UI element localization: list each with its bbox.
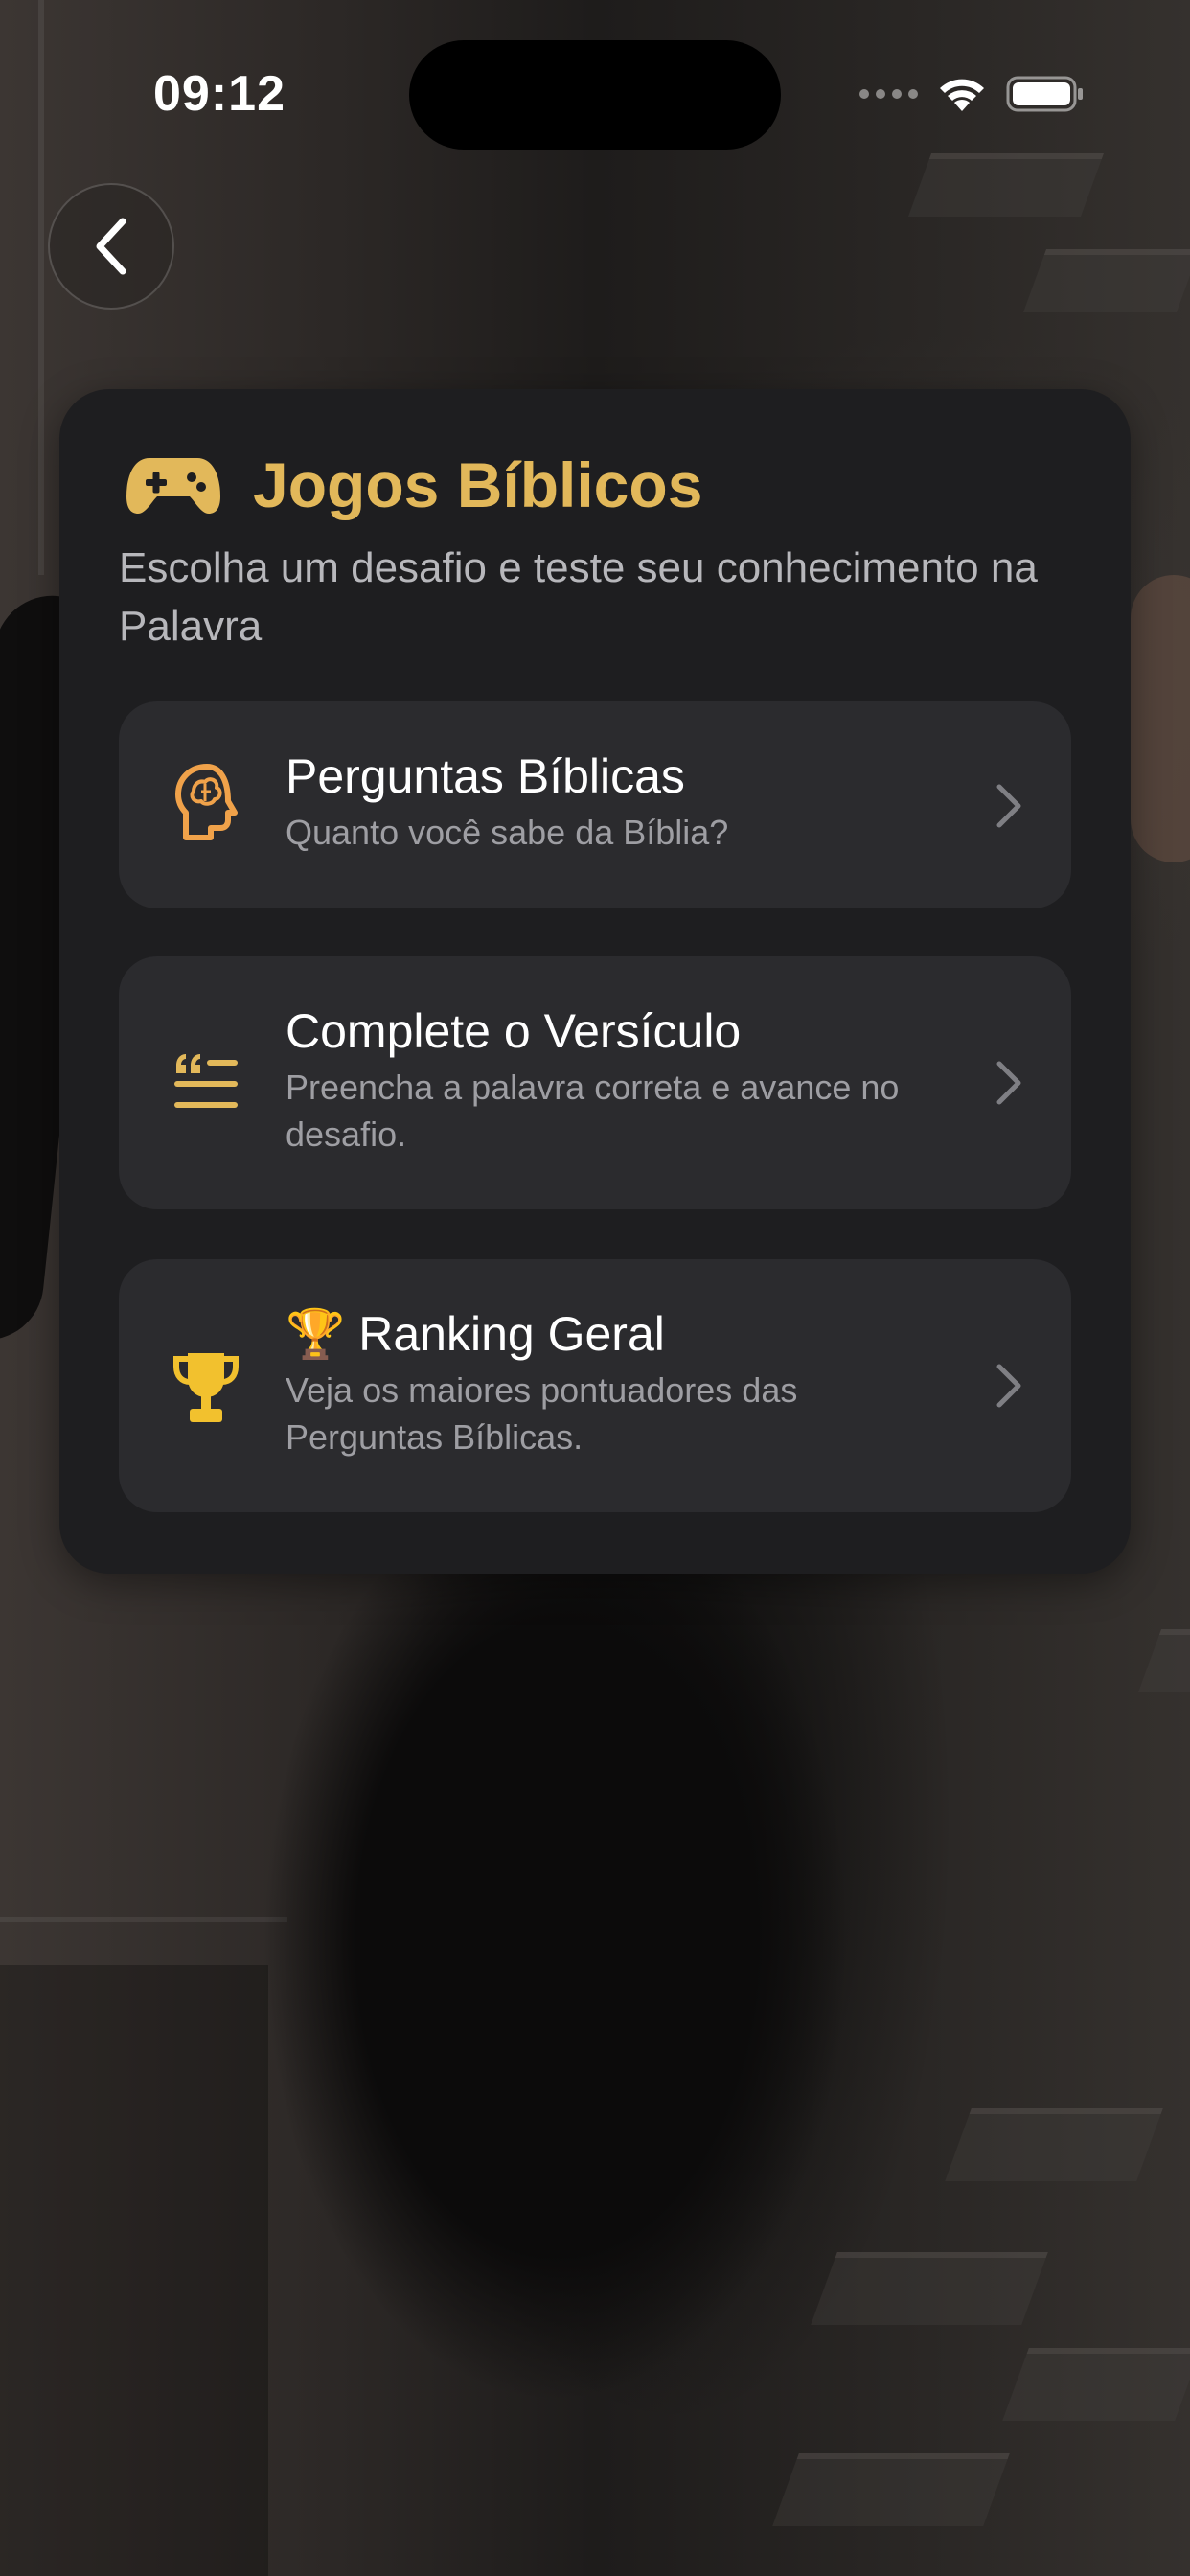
card-title: Jogos Bíblicos bbox=[253, 449, 703, 520]
trophy-emoji-icon: 🏆 bbox=[286, 1306, 346, 1362]
menu-item-text: Complete o Versículo Preencha a palavra … bbox=[286, 1002, 918, 1158]
menu-item-complete-o-versiculo[interactable]: Complete o Versículo Preencha a palavra … bbox=[119, 956, 1071, 1209]
cellular-signal-icon bbox=[859, 89, 918, 99]
chevron-right-icon bbox=[996, 1364, 1021, 1408]
dynamic-island bbox=[409, 40, 781, 150]
games-card: Jogos Bíblicos Escolha um desafio e test… bbox=[59, 389, 1131, 1574]
menu-item-text: Perguntas Bíblicas Quanto você sabe da B… bbox=[286, 748, 918, 856]
chevron-right-icon bbox=[996, 1061, 1021, 1105]
chevron-right-icon bbox=[996, 784, 1021, 828]
brain-head-icon bbox=[172, 763, 240, 841]
menu-item-title: 🏆 Ranking Geral bbox=[286, 1305, 918, 1363]
menu-item-ranking-geral[interactable]: 🏆 Ranking Geral Veja os maiores pontuador… bbox=[119, 1259, 1071, 1512]
quote-lines-icon bbox=[172, 1052, 240, 1114]
chevron-left-icon bbox=[96, 218, 126, 275]
wifi-icon bbox=[940, 79, 984, 111]
card-header: Jogos Bíblicos bbox=[125, 448, 702, 521]
menu-item-title: Complete o Versículo bbox=[286, 1004, 742, 1058]
menu-item-title-text: Ranking Geral bbox=[358, 1307, 665, 1361]
menu-item-description: Quanto você sabe da Bíblia? bbox=[286, 813, 729, 852]
back-button[interactable] bbox=[48, 183, 174, 310]
menu-item-description: Preencha a palavra correta e avance no d… bbox=[286, 1068, 900, 1154]
trophy-icon bbox=[172, 1351, 240, 1424]
gamepad-icon bbox=[126, 458, 220, 514]
status-time: 09:12 bbox=[153, 66, 286, 122]
status-icons bbox=[859, 75, 1085, 113]
menu-item-perguntas-biblicas[interactable]: Perguntas Bíblicas Quanto você sabe da B… bbox=[119, 702, 1071, 908]
card-subtitle: Escolha um desafio e teste seu conhecime… bbox=[119, 544, 1038, 650]
battery-icon bbox=[1006, 76, 1083, 112]
menu-item-title: Perguntas Bíblicas bbox=[286, 749, 685, 803]
menu-item-text: 🏆 Ranking Geral Veja os maiores pontuador… bbox=[286, 1305, 918, 1460]
menu-item-description: Veja os maiores pontuadores das Pergunta… bbox=[286, 1370, 798, 1457]
